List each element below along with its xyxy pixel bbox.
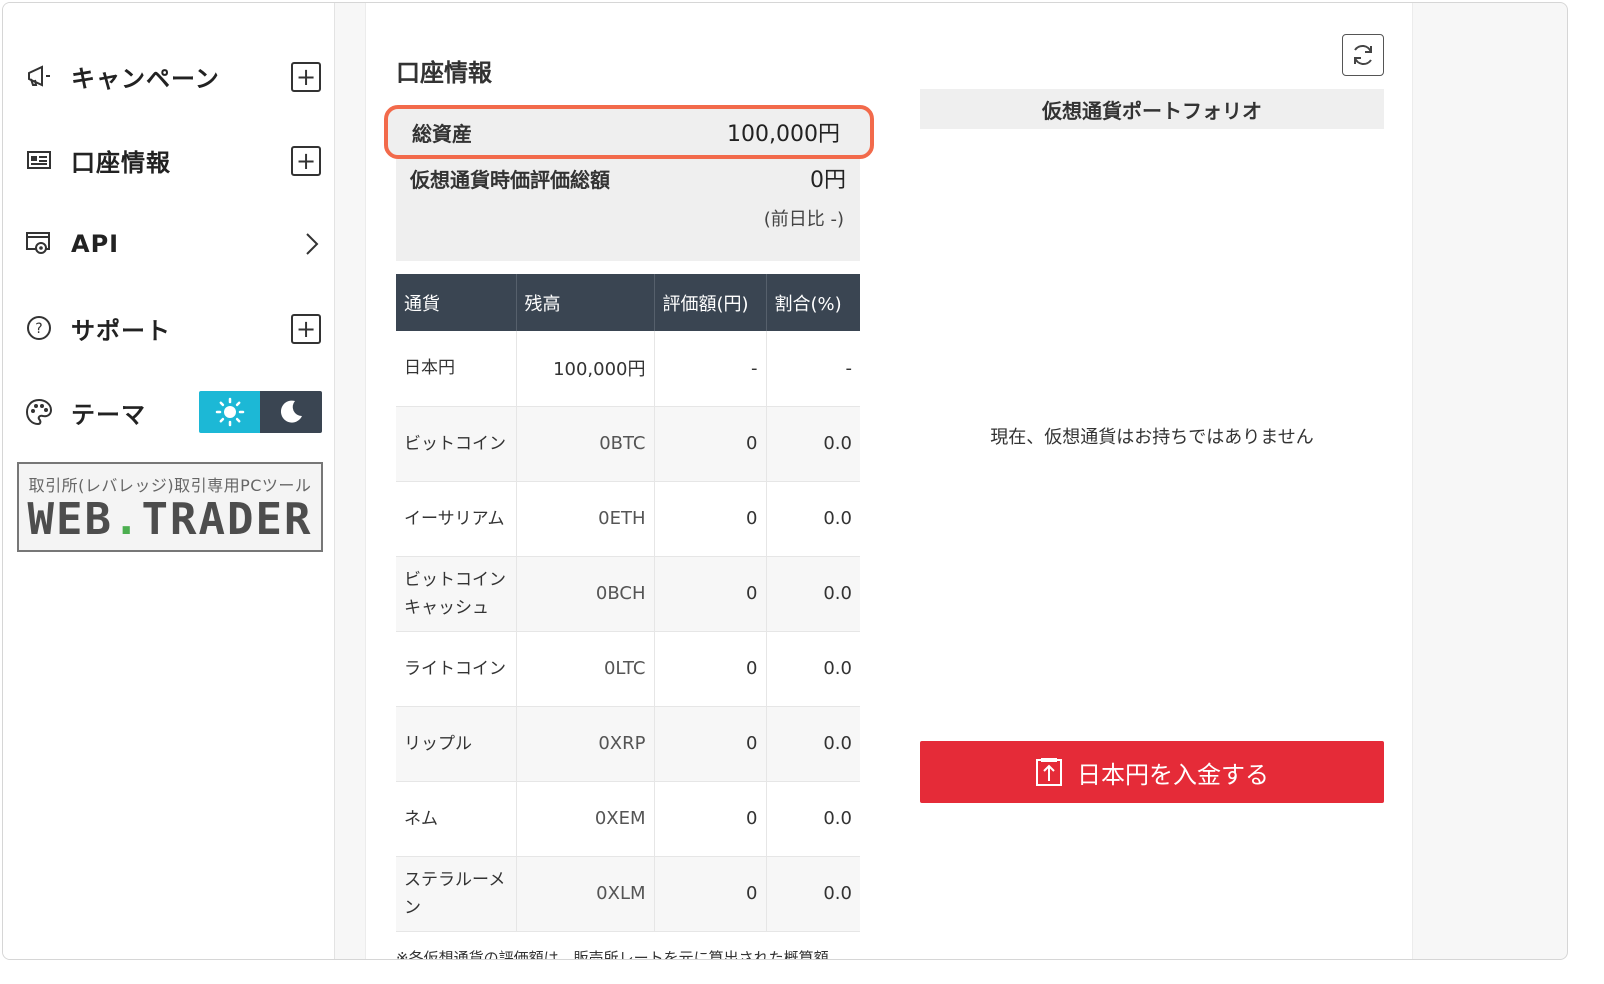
ratio-cell: 0.0 xyxy=(766,706,860,782)
sidebar-item-label: サポート xyxy=(71,316,171,345)
ratio-cell: 0.0 xyxy=(766,856,860,932)
table-row: リップル 0XRP 0 0.0 xyxy=(396,706,860,782)
crypto-valuation-row: 仮想通貨時価評価総額 0円 xyxy=(410,163,846,194)
currency-name: ライトコイン xyxy=(396,631,517,707)
chevron-right-icon[interactable] xyxy=(305,232,319,260)
balance-cell: 0BCH xyxy=(516,556,655,632)
main-content: 口座情報 総資産 100,000円 仮想通貨時価評価総額 0円 (前日比 -) xyxy=(365,3,1413,959)
table-row: ビットコイン 0BTC 0 0.0 xyxy=(396,406,860,482)
banner-subtitle: 取引所(レバレッジ)取引専用PCツール xyxy=(28,476,312,495)
sidebar-item-label: API xyxy=(71,230,120,258)
crypto-valuation-label: 仮想通貨時価評価総額 xyxy=(410,167,610,192)
table-header-row: 通貨 残高 評価額(円) 割合(%) xyxy=(396,274,860,331)
currency-name: ビットコイン xyxy=(396,406,517,482)
currency-name: ビットコインキャッシュ xyxy=(396,556,517,632)
value-cell: 0 xyxy=(654,406,767,482)
value-cell: 0 xyxy=(654,481,767,557)
refresh-button[interactable] xyxy=(1342,34,1384,76)
balance-cell: 100,000円 xyxy=(516,331,655,407)
total-assets-row: 総資産 100,000円 xyxy=(384,105,874,159)
balance-cell: 0ETH xyxy=(516,481,655,557)
deposit-label: 日本円を入金する xyxy=(1077,760,1269,789)
moon-icon xyxy=(280,400,302,423)
theme-toggle[interactable] xyxy=(199,391,322,433)
page-title: 口座情報 xyxy=(396,59,492,87)
app-window: キャンペーン + 口座情報 + API ? サポート + テーマ 取引所(レバレ… xyxy=(2,2,1568,960)
sidebar-item-api[interactable]: API xyxy=(25,224,325,264)
balance-cell: 0BTC xyxy=(516,406,655,482)
sidebar-item-label: 口座情報 xyxy=(71,148,171,177)
expand-plus-icon[interactable]: + xyxy=(291,314,321,344)
account-summary: 総資産 100,000円 仮想通貨時価評価総額 0円 (前日比 -) xyxy=(384,105,874,261)
expand-plus-icon[interactable]: + xyxy=(291,146,321,176)
table-row: ライトコイン 0LTC 0 0.0 xyxy=(396,631,860,707)
total-assets-value: 100,000円 xyxy=(727,122,840,147)
column-header-balance: 残高 xyxy=(516,274,655,331)
currency-name: リップル xyxy=(396,706,517,782)
value-cell: 0 xyxy=(654,856,767,932)
value-cell: 0 xyxy=(654,631,767,707)
value-cell: 0 xyxy=(654,781,767,857)
value-cell: 0 xyxy=(654,556,767,632)
sidebar-item-campaign[interactable]: キャンペーン + xyxy=(25,56,325,96)
column-header-value: 評価額(円) xyxy=(654,274,767,331)
ratio-cell: - xyxy=(766,331,860,407)
ratio-cell: 0.0 xyxy=(766,556,860,632)
sun-icon xyxy=(215,397,244,427)
ratio-cell: 0.0 xyxy=(766,406,860,482)
deposit-jpy-button[interactable]: 日本円を入金する xyxy=(920,741,1384,803)
ratio-cell: 0.0 xyxy=(766,781,860,857)
column-header-currency: 通貨 xyxy=(396,274,517,331)
ratio-cell: 0.0 xyxy=(766,481,860,557)
help-circle-icon: ? xyxy=(25,314,53,342)
table-row: イーサリアム 0ETH 0 0.0 xyxy=(396,481,860,557)
total-assets-label: 総資産 xyxy=(412,121,472,146)
svg-text:?: ? xyxy=(35,321,42,337)
dark-theme-button[interactable] xyxy=(260,391,322,433)
portfolio-empty-message: 現在、仮想通貨はお持ちではありません xyxy=(990,427,1314,448)
webtrader-banner[interactable]: 取引所(レバレッジ)取引専用PCツール WEB.TRADER xyxy=(17,462,323,552)
table-row: ネム 0XEM 0 0.0 xyxy=(396,781,860,857)
palette-icon xyxy=(25,398,53,426)
footnote: ※各仮想通貨の評価額は、販売所レートを元に算出された概算額 xyxy=(396,949,829,960)
column-header-ratio: 割合(%) xyxy=(766,274,860,331)
api-gear-icon xyxy=(25,230,53,258)
deposit-upload-icon xyxy=(1035,757,1063,787)
currency-name: ステラルーメン xyxy=(396,856,517,932)
balance-cell: 0LTC xyxy=(516,631,655,707)
refresh-icon xyxy=(1354,45,1372,65)
value-cell: 0 xyxy=(654,706,767,782)
table-row: 日本円 100,000円 - - xyxy=(396,331,860,407)
sidebar-item-label: キャンペーン xyxy=(71,64,220,93)
expand-plus-icon[interactable]: + xyxy=(291,62,321,92)
banner-logo: WEB.TRADER xyxy=(27,494,313,545)
currency-name: イーサリアム xyxy=(396,481,517,557)
balance-cell: 0XLM xyxy=(516,856,655,932)
account-card-icon xyxy=(25,146,53,174)
sidebar-item-account[interactable]: 口座情報 + xyxy=(25,140,325,180)
ratio-cell: 0.0 xyxy=(766,631,860,707)
table-row: ビットコインキャッシュ 0BCH 0 0.0 xyxy=(396,556,860,632)
sidebar: キャンペーン + 口座情報 + API ? サポート + テーマ 取引所(レバレ… xyxy=(3,3,335,959)
portfolio-title: 仮想通貨ポートフォリオ xyxy=(920,89,1384,129)
balance-cell: 0XRP xyxy=(516,706,655,782)
balance-cell: 0XEM xyxy=(516,781,655,857)
value-cell: - xyxy=(654,331,767,407)
day-change: (前日比 -) xyxy=(763,209,844,230)
megaphone-icon xyxy=(25,62,53,90)
sidebar-item-support[interactable]: ? サポート + xyxy=(25,308,325,348)
light-theme-button[interactable] xyxy=(199,391,260,433)
assets-table: 通貨 残高 評価額(円) 割合(%) 日本円 100,000円 - - ビットコイン 0B… xyxy=(396,274,860,932)
currency-name: 日本円 xyxy=(396,331,517,407)
currency-name: ネム xyxy=(396,781,517,857)
crypto-valuation-value: 0円 xyxy=(810,168,846,193)
sidebar-item-label: テーマ xyxy=(71,400,146,429)
table-row: ステラルーメン 0XLM 0 0.0 xyxy=(396,856,860,932)
